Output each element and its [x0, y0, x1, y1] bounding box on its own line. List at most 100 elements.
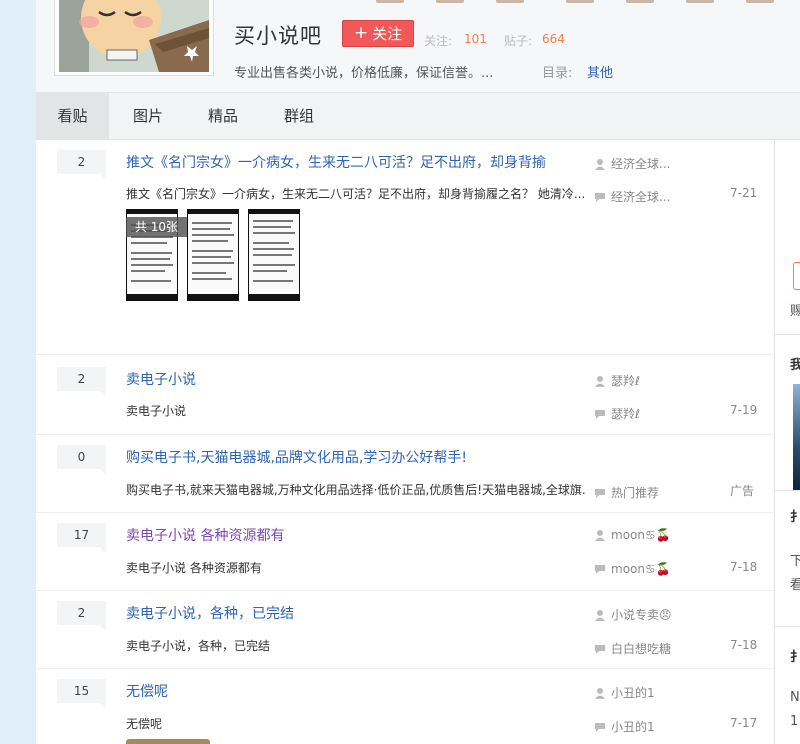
thread-images[interactable]: 共 10张: [126, 209, 306, 301]
last-reply-user[interactable]: 热门推荐: [594, 484, 659, 501]
thread-title[interactable]: 卖电子小说，各种，已完结: [126, 603, 294, 623]
thread-author[interactable]: 经济全球...: [594, 155, 670, 172]
thread-abstract: 卖电子小说，各种，已完结: [126, 639, 271, 653]
thread-abstract: 购买电子书,就来天猫电器城,万种文化用品选择·低价正品,优质售后!天猫电器城,全…: [126, 483, 586, 497]
thread-item: 0 购买电子书,天猫电器城,品牌文化用品,学习办公好帮手! 购买电子书,就来天猫…: [36, 435, 774, 513]
last-reply-name: 小丑的1: [611, 720, 655, 734]
forum-page: 买小说吧 + 关注 关注: 101 贴子: 664 专业出售各类小说，价格低廉，…: [36, 0, 800, 744]
reply-count: 2: [57, 150, 106, 180]
reply-count: 15: [57, 679, 106, 709]
sidebar-text: 赐: [790, 304, 800, 319]
user-icon: [595, 375, 605, 387]
reply-count: 0: [57, 445, 106, 475]
comment-icon: [595, 722, 605, 732]
thread-title[interactable]: 无偿呢: [126, 681, 168, 701]
thread-list: 2 推文《名门宗女》一介病女，生来无二八可活？足不出府，却身背揄 经济全球...…: [36, 140, 774, 744]
posts-label: 贴子:: [504, 34, 533, 48]
comment-icon: [595, 192, 605, 202]
sidebar-text: 下: [790, 554, 800, 569]
thread-author[interactable]: 小丑的1: [594, 684, 655, 701]
followers-label: 关注:: [424, 34, 453, 48]
directory-link[interactable]: 其他: [587, 62, 613, 81]
last-reply-name: 瑟羚ℓ: [611, 407, 640, 421]
sidebar-heading: 扌: [790, 510, 800, 525]
follow-button[interactable]: + 关注: [342, 20, 414, 47]
thread-date: 7-19: [730, 403, 758, 417]
thread-image-preview[interactable]: [126, 739, 210, 744]
forum-header: 买小说吧 + 关注 关注: 101 贴子: 664 专业出售各类小说，价格低廉，…: [36, 0, 800, 92]
comment-icon: [595, 565, 605, 574]
cartoon-avatar-icon: [59, 0, 209, 72]
thread-author[interactable]: 瑟羚ℓ: [594, 372, 640, 389]
plus-icon: +: [353, 23, 369, 43]
tab-threads[interactable]: 看贴: [36, 93, 109, 139]
sidebar-heading: 扌: [790, 650, 800, 665]
comment-icon: [595, 488, 605, 498]
last-reply-name: 白白想吃糖: [611, 642, 672, 656]
author-name: 经济全球...: [611, 157, 671, 171]
sidebar-action-button[interactable]: [793, 262, 800, 290]
directory-label: 目录:: [542, 66, 573, 81]
picture-count-badge: 共 10张: [126, 217, 187, 237]
thread-date: 7-18: [730, 560, 758, 574]
thread-item: 15 无偿呢 小丑的1 无偿呢 小丑的1 7-17: [36, 669, 774, 744]
last-reply-name: moon♋🍒: [611, 562, 671, 576]
sidebar-text: 看: [790, 578, 800, 593]
forum-tabs: 看贴 图片 精品 群组: [36, 92, 800, 140]
thread-abstract: 无偿呢: [126, 717, 163, 731]
thread-item: 2 卖电子小说，各种，已完结 小说专卖😠 卖电子小说，各种，已完结 白白想吃糖 …: [36, 591, 774, 669]
thread-title[interactable]: 购买电子书,天猫电器城,品牌文化用品,学习办公好帮手!: [126, 447, 467, 467]
thread-abstract: 卖电子小说: [126, 404, 187, 418]
top-thumbnail-strip: [296, 0, 800, 3]
thread-title[interactable]: 推文《名门宗女》一介病女，生来无二八可活？足不出府，却身背揄: [126, 152, 546, 172]
sidebar-text: 1: [790, 714, 799, 729]
comment-icon: [595, 409, 605, 419]
comment-icon: [595, 644, 605, 654]
sidebar-photo[interactable]: [793, 384, 800, 490]
thread-item: 17 卖电子小说 各种资源都有 moon♋🍒 卖电子小说 各种资源都有 moon…: [36, 513, 774, 591]
thread-image[interactable]: [248, 209, 300, 301]
followers-count: 101: [464, 32, 487, 46]
author-name: 瑟羚ℓ: [611, 374, 640, 388]
reply-count: 2: [57, 601, 106, 631]
tab-pictures[interactable]: 图片: [118, 93, 178, 139]
ad-label: 广告: [730, 484, 755, 498]
reply-count: 17: [57, 523, 106, 553]
thread-date: 7-17: [730, 716, 758, 730]
thread-item: 2 推文《名门宗女》一介病女，生来无二八可活？足不出府，却身背揄 经济全球...…: [36, 140, 774, 355]
forum-name[interactable]: 买小说吧: [234, 20, 322, 50]
thread-abstract: 推文《名门宗女》一介病女，生来无二八可活？足不出府，却身背揄履之名？ 她清冷..…: [126, 187, 586, 201]
reply-count: 2: [57, 367, 106, 397]
last-reply-name: 经济全球...: [611, 190, 671, 204]
author-name: 小说专卖😠: [611, 608, 672, 622]
thread-abstract: 卖电子小说 各种资源都有: [126, 561, 262, 575]
user-icon: [595, 158, 605, 170]
last-reply-user[interactable]: 经济全球...: [594, 188, 670, 205]
author-name: moon♋🍒: [611, 528, 671, 542]
thread-title[interactable]: 卖电子小说 各种资源都有: [126, 525, 284, 545]
author-name: 小丑的1: [611, 686, 655, 700]
forum-description: 专业出售各类小说，价格低廉，保证信誉。...: [234, 66, 494, 81]
thread-date: 7-21: [730, 186, 758, 200]
user-icon: [595, 609, 605, 621]
follow-label: 关注: [372, 25, 403, 43]
thread-author[interactable]: moon♋🍒: [594, 528, 671, 542]
tab-featured[interactable]: 精品: [193, 93, 253, 139]
user-icon: [595, 687, 605, 699]
last-reply-user[interactable]: 小丑的1: [594, 718, 655, 735]
thread-title[interactable]: 卖电子小说: [126, 369, 196, 389]
thread-author[interactable]: 小说专卖😠: [594, 606, 672, 623]
forum-avatar[interactable]: [54, 0, 214, 76]
last-reply-user[interactable]: 瑟羚ℓ: [594, 405, 640, 422]
user-icon: [595, 530, 605, 541]
thread-image[interactable]: [187, 209, 239, 301]
right-sidebar: 赐 我 扌 下 看 扌 N 1: [774, 140, 800, 744]
sidebar-text: N: [790, 690, 800, 705]
posts-count: 664: [542, 32, 565, 46]
thread-item: 2 卖电子小说 瑟羚ℓ 卖电子小说 瑟羚ℓ 7-19: [36, 355, 774, 435]
last-reply-name: 热门推荐: [611, 486, 660, 500]
last-reply-user[interactable]: 白白想吃糖: [594, 640, 671, 657]
thread-date: 7-18: [730, 638, 758, 652]
last-reply-user[interactable]: moon♋🍒: [594, 562, 671, 576]
tab-groups[interactable]: 群组: [269, 93, 329, 139]
